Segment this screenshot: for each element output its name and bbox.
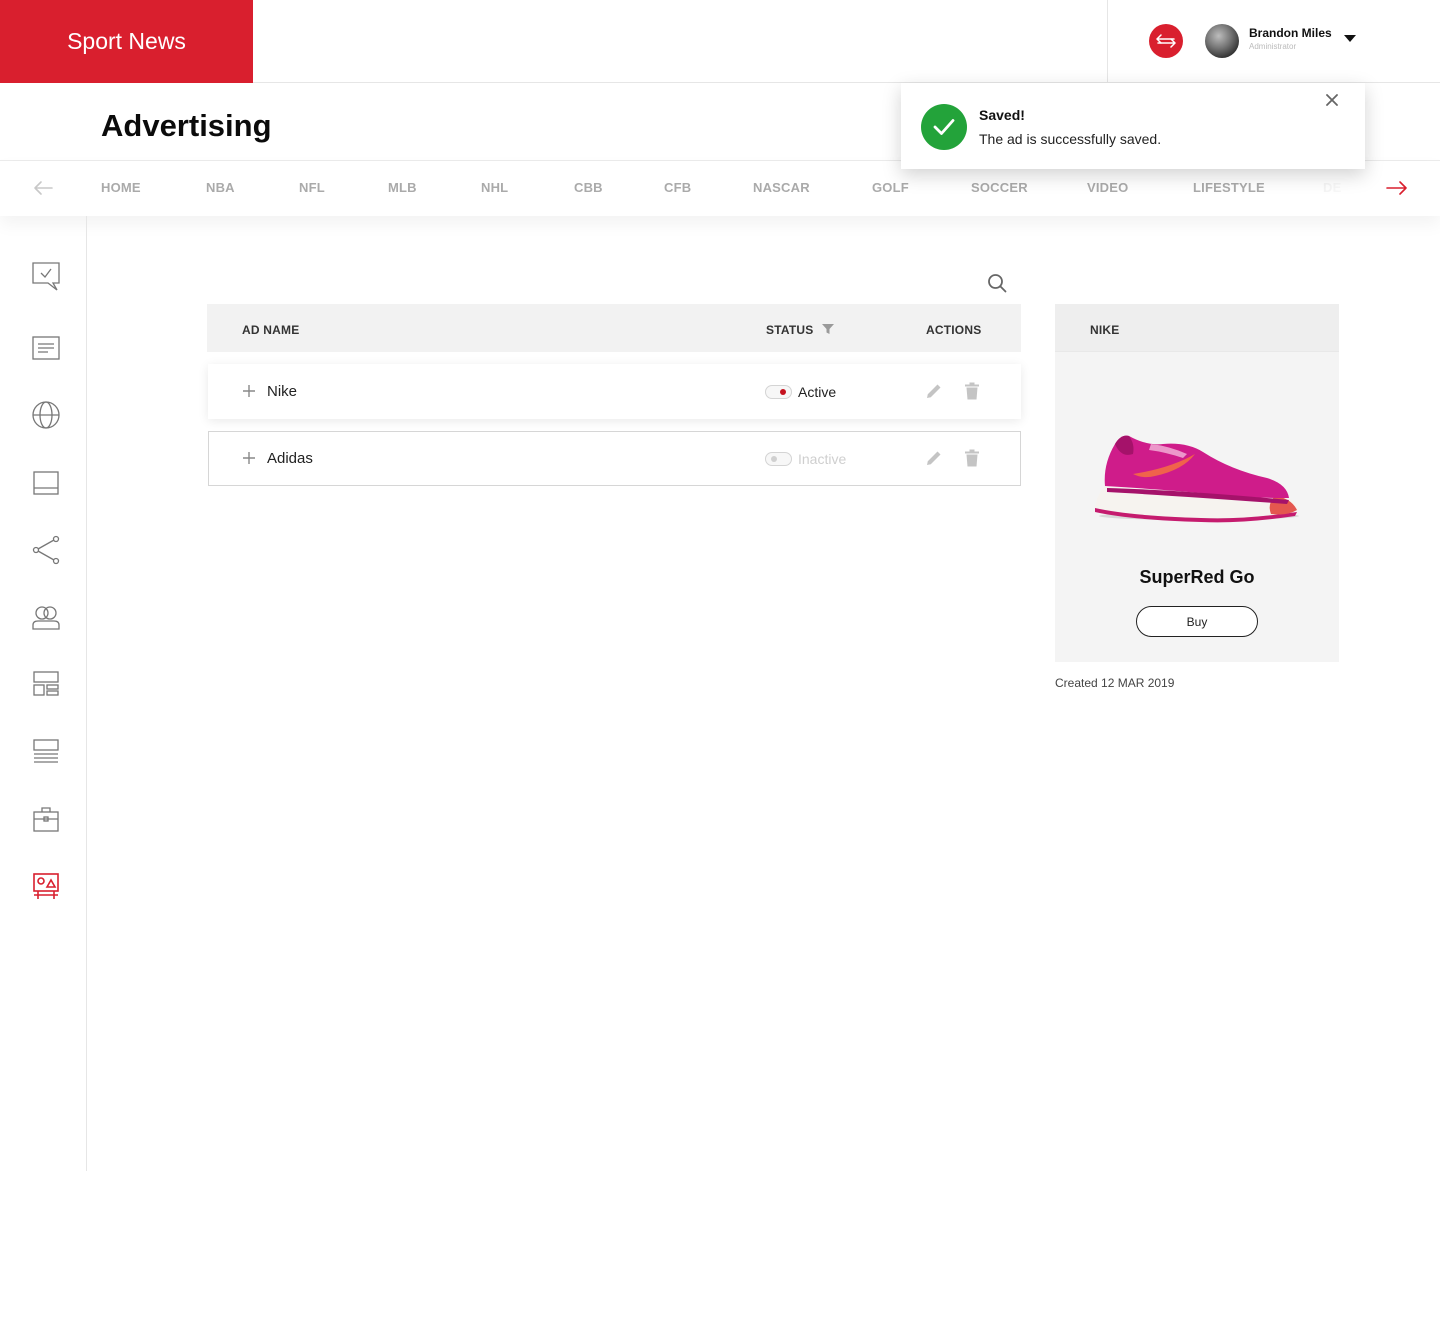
shoe-image — [1095, 435, 1299, 523]
toggle-knob — [780, 389, 786, 395]
header-divider — [1107, 0, 1108, 83]
sidebar-border — [86, 216, 87, 1171]
preview-header: NIKE — [1055, 304, 1339, 352]
users-icon[interactable] — [31, 603, 61, 633]
table-row[interactable]: Adidas Inactive — [208, 431, 1021, 486]
column-ad-name[interactable]: AD NAME — [242, 323, 299, 337]
trash-icon[interactable] — [964, 449, 980, 467]
toast-message: The ad is successfully saved. — [979, 131, 1162, 147]
nav-item-cbb[interactable]: CBB — [574, 180, 603, 195]
buy-button[interactable]: Buy — [1136, 606, 1258, 637]
status-toggle[interactable] — [765, 452, 792, 466]
trash-icon[interactable] — [964, 382, 980, 400]
nav-item-de[interactable]: DE — [1323, 180, 1341, 195]
globe-icon[interactable] — [31, 400, 61, 430]
category-nav: HOME NBA NFL MLB NHL CBB CFB NASCAR GOLF… — [0, 161, 1440, 216]
arrow-left-icon[interactable] — [33, 179, 53, 197]
success-toast: Saved! The ad is successfully saved. — [901, 83, 1365, 169]
nav-item-nhl[interactable]: NHL — [481, 180, 508, 195]
nav-item-cfb[interactable]: CFB — [664, 180, 691, 195]
toast-title: Saved! — [979, 107, 1025, 123]
arrow-right-icon[interactable] — [1386, 179, 1408, 197]
nav-item-lifestyle[interactable]: LIFESTYLE — [1193, 180, 1265, 195]
ad-preview: NIKE SuperRed Go Buy — [1055, 304, 1339, 662]
close-icon[interactable] — [1326, 94, 1338, 106]
nav-item-mlb[interactable]: MLB — [388, 180, 417, 195]
top-bar: Sport News Brandon Miles Administrator — [0, 0, 1440, 83]
ad-name: Adidas — [267, 450, 313, 467]
article-icon[interactable] — [31, 333, 61, 363]
nav-item-nascar[interactable]: NASCAR — [753, 180, 810, 195]
filter-icon[interactable] — [821, 323, 835, 335]
nav-item-nba[interactable]: NBA — [206, 180, 235, 195]
toggle-knob — [771, 456, 777, 462]
status-toggle[interactable] — [765, 385, 792, 399]
swap-arrows-icon — [1156, 34, 1176, 48]
nav-item-golf[interactable]: GOLF — [872, 180, 909, 195]
table-header: AD NAME STATUS ACTIONS — [207, 304, 1021, 352]
page-title: Advertising — [101, 108, 272, 143]
search-icon[interactable] — [987, 273, 1007, 293]
layout-icon[interactable] — [31, 468, 61, 498]
ad-name: Nike — [267, 383, 298, 400]
share-icon[interactable] — [31, 535, 61, 565]
table-row[interactable]: Nike Active — [208, 364, 1021, 419]
nav-item-nfl[interactable]: NFL — [299, 180, 325, 195]
toast-status — [921, 104, 967, 150]
list-layout-icon[interactable] — [31, 737, 61, 767]
swap-button[interactable] — [1149, 24, 1183, 58]
preview-title: NIKE — [1090, 323, 1120, 337]
nav-item-video[interactable]: VIDEO — [1087, 180, 1128, 195]
user-name[interactable]: Brandon Miles — [1249, 26, 1332, 40]
chat-check-icon[interactable] — [31, 261, 61, 291]
column-status[interactable]: STATUS — [766, 323, 813, 337]
user-role: Administrator — [1249, 42, 1297, 51]
briefcase-icon[interactable] — [31, 804, 61, 834]
created-date: Created 12 MAR 2019 — [1055, 676, 1175, 690]
brand-logo[interactable]: Sport News — [0, 0, 253, 83]
product-name: SuperRed Go — [1139, 567, 1255, 587]
expand-plus-icon[interactable] — [242, 451, 256, 465]
avatar[interactable] — [1205, 24, 1239, 58]
pencil-icon[interactable] — [925, 449, 943, 467]
column-actions: ACTIONS — [926, 323, 982, 337]
expand-plus-icon[interactable] — [242, 384, 256, 398]
caret-down-icon[interactable] — [1343, 33, 1357, 43]
status-label: Active — [798, 384, 837, 400]
nav-item-soccer[interactable]: SOCCER — [971, 180, 1028, 195]
grid-layout-icon[interactable] — [31, 669, 61, 699]
billboard-icon[interactable] — [31, 871, 61, 901]
check-icon — [933, 119, 955, 135]
status-label: Inactive — [798, 451, 847, 467]
pencil-icon[interactable] — [925, 382, 943, 400]
nav-item-home[interactable]: HOME — [101, 180, 141, 195]
